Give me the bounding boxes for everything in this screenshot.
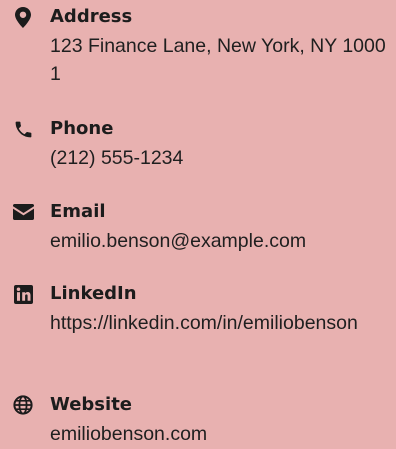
linkedin-value[interactable]: https://linkedin.com/in/emiliobenson	[50, 309, 396, 337]
phone-icon	[12, 118, 34, 140]
envelope-icon	[12, 201, 34, 223]
linkedin-label: LinkedIn	[50, 283, 137, 304]
website-value[interactable]: emiliobenson.com	[50, 420, 396, 448]
phone-label: Phone	[50, 118, 114, 139]
contact-list: Address 123 Finance Lane, New York, NY 1…	[0, 0, 396, 449]
linkedin-icon	[12, 283, 34, 305]
address-label: Address	[50, 6, 133, 27]
email-label: Email	[50, 201, 106, 222]
map-marker-icon	[12, 6, 34, 28]
address-value: 123 Finance Lane, New York, NY 10001	[50, 35, 386, 85]
phone-value: (212) 555-1234	[50, 147, 184, 169]
email-value[interactable]: emilio.benson@example.com	[50, 227, 396, 255]
website-label: Website	[50, 394, 133, 415]
globe-icon	[12, 394, 34, 416]
